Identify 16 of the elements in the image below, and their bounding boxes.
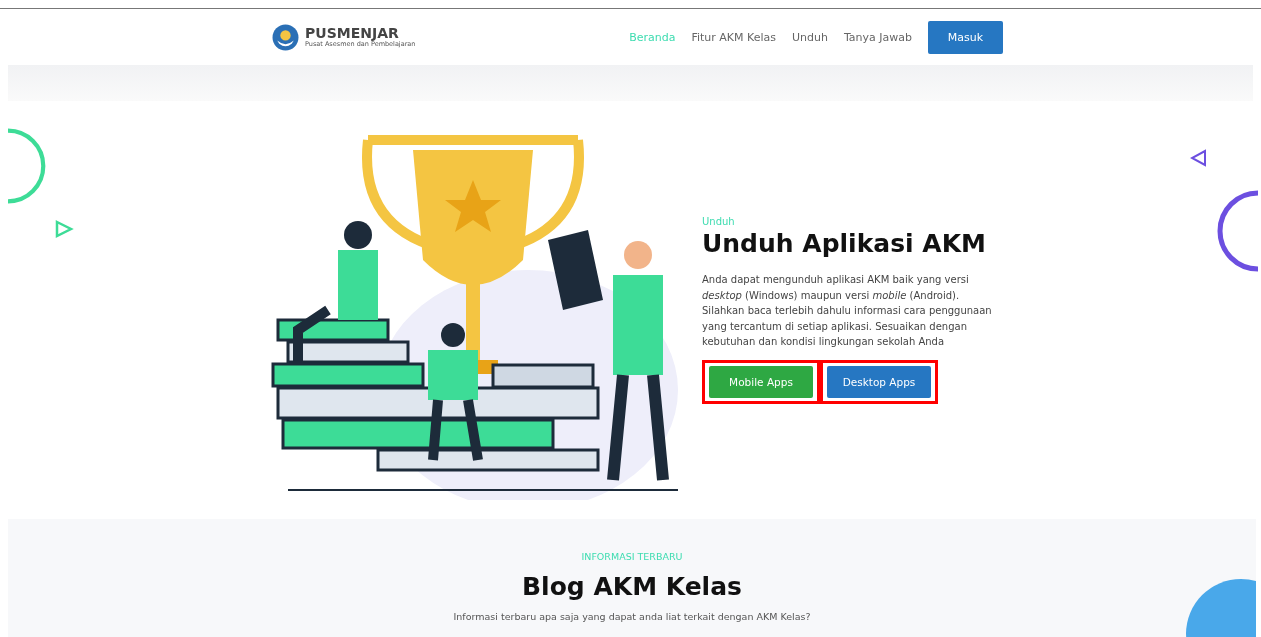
mobile-apps-button[interactable]: Mobile Apps: [709, 365, 813, 398]
blog-subtitle: Informasi terbaru apa saja yang dapat anda liat terkait dengan AKM Kelas?: [453, 611, 811, 622]
blog-heading: Blog AKM Kelas: [522, 572, 742, 601]
login-button[interactable]: Masuk: [928, 20, 1003, 54]
hero-description: Anda dapat mengunduh aplikasi AKM baik yang versi desktop (Windows) maupun versi mobile (Android). Silahkan baca terlebih dahulu informasi cara penggunaan yang tercantum di setiap aplikasi. Sesuaikan dengan kebutuhan dan kondisi lingkungan sekolah Anda: [702, 273, 993, 350]
section-eyebrow: Unduh: [702, 216, 736, 228]
section-eyebrow: INFORMASI TERBARU: [581, 551, 683, 562]
triangle-decoration: [1190, 149, 1208, 167]
emblem-logo-icon: [272, 23, 299, 51]
desktop-apps-button[interactable]: Desktop Apps: [827, 365, 931, 398]
nav-link[interactable]: Tanya Jawab: [843, 30, 912, 44]
nav-link[interactable]: Unduh: [792, 30, 828, 44]
hero-heading: Unduh Aplikasi AKM: [702, 229, 987, 259]
nav-link[interactable]: Fitur AKM Kelas: [691, 30, 776, 44]
brand-name[interactable]: PUSMENJAR: [305, 26, 416, 40]
triangle-decoration: [54, 219, 74, 239]
